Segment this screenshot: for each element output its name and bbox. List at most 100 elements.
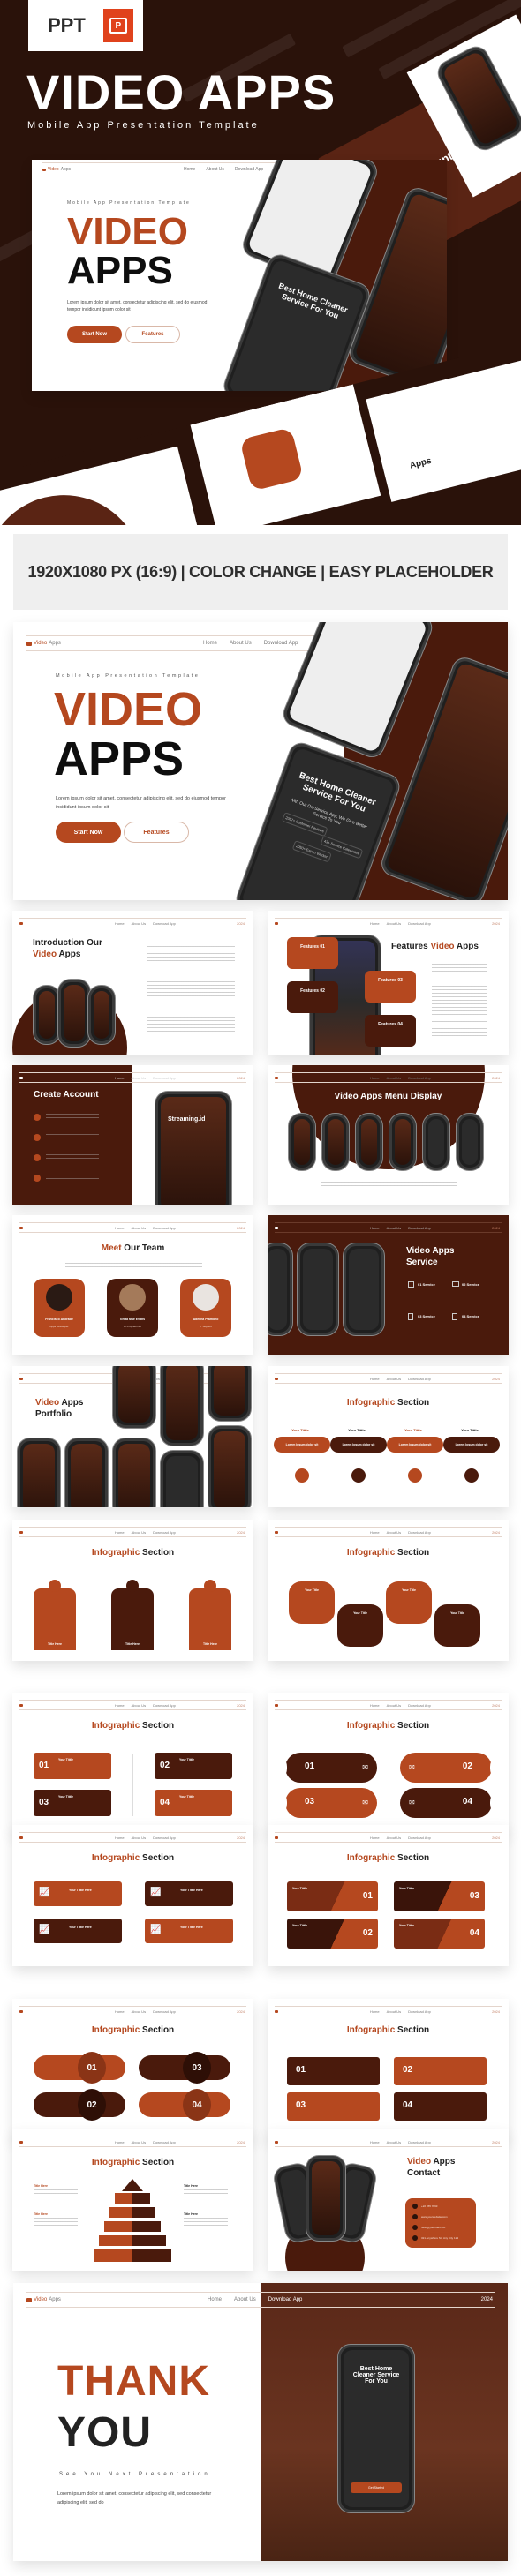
nav-link-download[interactable]: Download App <box>153 1703 176 1708</box>
nav-link-home[interactable]: Home <box>370 1377 380 1381</box>
nav-link-home[interactable]: Home <box>203 641 217 646</box>
feature-card: Features 02 <box>287 981 338 1013</box>
nav-link-home[interactable]: Home <box>115 1226 125 1230</box>
decor-notch <box>273 1788 287 1818</box>
card-number: 02 <box>362 1928 373 1938</box>
nav-link-home[interactable]: Home <box>115 1836 125 1840</box>
card-label: Title Here <box>125 1642 140 1646</box>
nav-link-about[interactable]: About Us <box>132 2009 146 2014</box>
card-title: Your Tittle <box>179 1795 194 1799</box>
nav-link-about[interactable]: About Us <box>387 921 401 926</box>
nav-link-home[interactable]: Home <box>115 1076 125 1080</box>
nav-link-about[interactable]: About Us <box>387 1703 401 1708</box>
card-label: Title Here <box>203 1642 217 1646</box>
icon-card-gear: Your Title <box>386 1581 432 1624</box>
nav-link-download[interactable]: Download App <box>153 1076 176 1080</box>
nav-link-about[interactable]: About Us <box>132 1226 146 1230</box>
nav-link-home[interactable]: Home <box>370 1076 380 1080</box>
nav-link-about[interactable]: About Us <box>132 1703 146 1708</box>
block-card: 04 <box>394 2092 487 2121</box>
slide-navbar: Home About Us Download App 2024 <box>275 2006 502 2016</box>
nav-link-home[interactable]: Home <box>370 1530 380 1535</box>
nav-link-download[interactable]: Download App <box>408 2009 431 2014</box>
nav-link-about[interactable]: About Us <box>132 2140 146 2144</box>
nav-link-home[interactable]: Home <box>115 921 125 926</box>
nav-link-about[interactable]: About Us <box>387 1836 401 1840</box>
nav-link-about[interactable]: About Us <box>230 641 252 646</box>
nav-link-home[interactable]: Home <box>208 2297 222 2302</box>
nav-link-about[interactable]: About Us <box>387 2140 401 2144</box>
nav-link-download[interactable]: Download App <box>408 1530 431 1535</box>
card-title: Your Tittle <box>292 1887 307 1890</box>
nav-link-download[interactable]: Download App <box>408 1377 431 1381</box>
nav-link-download[interactable]: Download App <box>153 1530 176 1535</box>
contact-phone[interactable]: +22 455 7893 <box>412 2204 437 2209</box>
nav-link-home[interactable]: Home <box>115 1703 125 1708</box>
nav-link-home[interactable]: Home <box>115 2009 125 2014</box>
nav-link-download[interactable]: Download App <box>153 2140 176 2144</box>
nav-link-about[interactable]: About Us <box>387 1226 401 1230</box>
nav-link-download[interactable]: Download App <box>153 1836 176 1840</box>
nav-link-download[interactable]: Download App <box>153 2009 176 2014</box>
nav-link-download[interactable]: Download App <box>408 2140 431 2144</box>
nav-link-about[interactable]: About Us <box>132 1836 146 1840</box>
nav-link-download[interactable]: Download App <box>408 1836 431 1840</box>
card-label: Your Title <box>402 1588 416 1592</box>
camera-icon <box>19 1226 23 1229</box>
slide-navbar: Home About Us Download App 2024 <box>275 1700 502 1710</box>
nav-link-download[interactable]: Download App <box>153 921 176 926</box>
nav-link-about[interactable]: About Us <box>234 2297 256 2302</box>
team-card: Francisco Andrade Apps Developer <box>34 1279 85 1337</box>
nav-link-home[interactable]: Home <box>370 1226 380 1230</box>
info-card: Title Here <box>111 1588 154 1650</box>
nav-link-about[interactable]: About Us <box>132 921 146 926</box>
nav-link-home[interactable]: Home <box>115 1530 125 1535</box>
start-now-button[interactable]: Start Now <box>56 822 121 843</box>
nav-link-home[interactable]: Home <box>184 167 195 172</box>
get-started-button[interactable]: Get Started <box>351 2482 402 2493</box>
number-circle: 04 <box>183 2089 211 2121</box>
title-line: Portfolio <box>35 1409 72 1419</box>
contact-card: +22 455 7893 www.yourwebsite.com hello@y… <box>405 2198 476 2248</box>
nav-link-home[interactable]: Home <box>370 1836 380 1840</box>
nav-link-download[interactable]: Download App <box>264 641 298 646</box>
nav-link-download[interactable]: Download App <box>235 167 263 172</box>
slide-portfolio: HomeAbout UsDownload App2024 Video AppsP… <box>12 1366 253 1507</box>
camera-icon <box>19 1377 23 1380</box>
nav-link-about[interactable]: About Us <box>132 1530 146 1535</box>
contact-email[interactable]: hello@yourmail.com <box>412 2225 445 2230</box>
trophy-icon <box>351 1468 366 1483</box>
nav-link-home[interactable]: Home <box>370 921 380 926</box>
nav-link-home[interactable]: Home <box>370 1703 380 1708</box>
nav-link-download[interactable]: Download App <box>408 1226 431 1230</box>
features-button[interactable]: Features <box>125 326 180 343</box>
nav-link-download[interactable]: Download App <box>153 1226 176 1230</box>
nav-link-home[interactable]: Home <box>115 2140 125 2144</box>
features-button[interactable]: Features <box>124 822 189 843</box>
start-now-button[interactable]: Start Now <box>67 326 122 343</box>
nav-link-download[interactable]: Download App <box>268 2297 303 2302</box>
nav-link-about[interactable]: About Us <box>387 1530 401 1535</box>
nav-link-about[interactable]: About Us <box>132 1076 146 1080</box>
nav-link-home[interactable]: Home <box>370 2009 380 2014</box>
title-video: VIDEO <box>54 683 203 736</box>
nav-link-download[interactable]: Download App <box>408 1703 431 1708</box>
nav-link-about[interactable]: About Us <box>206 167 224 172</box>
title-rest: Section <box>140 2158 175 2167</box>
card-number: 04 <box>469 1928 479 1938</box>
contact-website[interactable]: www.yourwebsite.com <box>412 2214 448 2219</box>
nav-link-about[interactable]: About Us <box>387 1377 401 1381</box>
card-title: Your Tittle <box>399 1924 414 1927</box>
block-card: 01 <box>287 2057 380 2085</box>
title-rest: Section <box>395 1398 430 1408</box>
nav-link-home[interactable]: Home <box>370 2140 380 2144</box>
nav-link-about[interactable]: About Us <box>387 2009 401 2014</box>
nav-link-download[interactable]: Download App <box>408 1076 431 1080</box>
slide-title: Infographic Section <box>268 1721 509 1731</box>
trend-icon: 📈 <box>150 1925 162 1934</box>
nav-link-download[interactable]: Download App <box>408 921 431 926</box>
trend-icon: 📈 <box>39 1925 50 1934</box>
globe-icon <box>412 2214 418 2219</box>
phone-mockup <box>113 1438 155 1507</box>
nav-link-about[interactable]: About Us <box>387 1076 401 1080</box>
